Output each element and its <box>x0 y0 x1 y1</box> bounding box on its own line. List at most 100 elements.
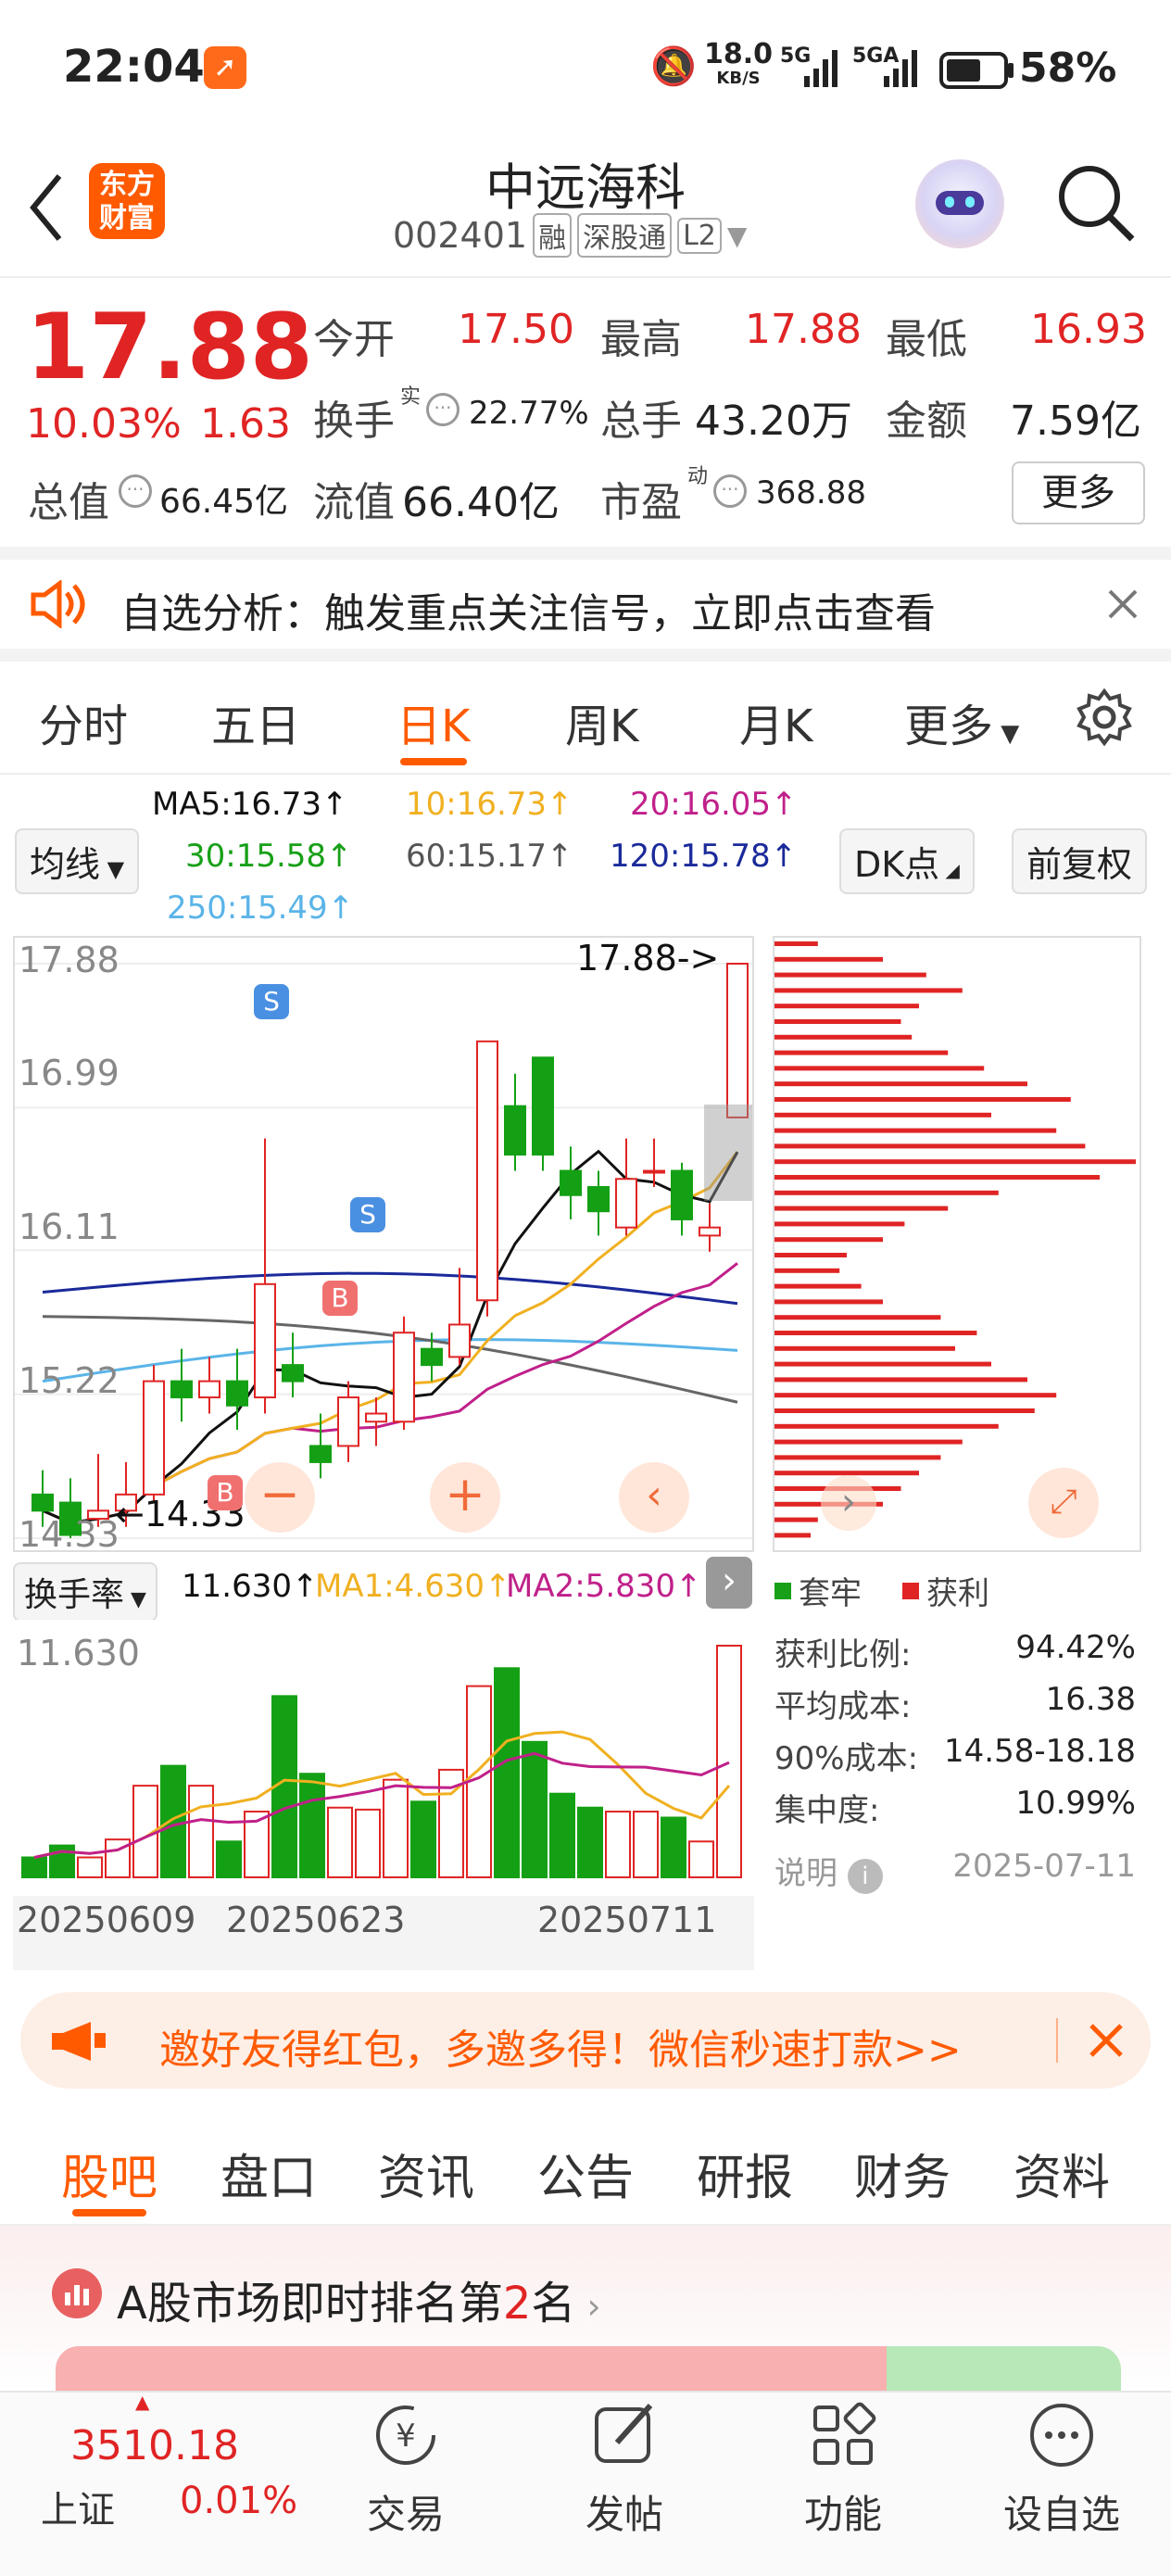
tab-news[interactable]: 资讯 <box>378 2139 474 2208</box>
more-button[interactable]: 更多 <box>1012 461 1145 524</box>
scroll-right-button[interactable]: › <box>821 1475 876 1531</box>
low-value: 16.93 <box>1030 306 1147 353</box>
volume-bar <box>327 1806 353 1879</box>
y-tick-label: 16.99 <box>19 1053 120 1093</box>
x-tick-label: 20250623 <box>226 1900 406 1940</box>
profit-swatch <box>902 1582 919 1599</box>
zoom-in-button[interactable]: + <box>430 1462 500 1533</box>
scroll-left-button[interactable]: ‹ <box>619 1462 689 1533</box>
candle-body <box>31 1493 54 1512</box>
profit-bar <box>774 1237 883 1243</box>
tab-financials[interactable]: 财务 <box>854 2139 951 2208</box>
profit-bar <box>774 1377 1027 1383</box>
tab-research[interactable]: 研报 <box>697 2139 793 2208</box>
profit-bar <box>774 972 926 978</box>
connect-tag: 深股通 <box>577 213 673 258</box>
post-button[interactable]: 发帖 <box>550 2400 699 2540</box>
expand-right-icon[interactable]: › <box>706 1557 752 1609</box>
buy-marker[interactable]: B <box>322 1281 358 1316</box>
info-dots-icon-2[interactable]: ··· <box>119 474 152 508</box>
profit-bar <box>774 1283 862 1289</box>
tab-daily-k[interactable]: 日K <box>397 689 470 754</box>
quote-panel: 17.88 10.03% 1.63 今开 17.50 最高 17.88 最低 1… <box>0 278 1171 547</box>
settings-gear-icon[interactable] <box>1075 688 1134 747</box>
ma120-line <box>42 1271 738 1306</box>
dk-point-button[interactable]: DK点 ◢ <box>839 828 975 894</box>
pe-label: 市盈 <box>600 479 682 526</box>
invite-banner[interactable]: 邀好友得红包，多邀多得！微信秒速打款>> <box>20 1992 1151 2089</box>
drag-handle[interactable] <box>704 1105 752 1201</box>
last-price: 17.88 <box>26 295 313 400</box>
price-change-pct: 10.03% <box>26 400 182 448</box>
buy-marker[interactable]: B <box>208 1475 243 1510</box>
close-icon[interactable] <box>1088 2022 1125 2059</box>
app-notification-icon: ➚ <box>204 46 246 89</box>
y-tick-label: 16.11 <box>19 1206 120 1247</box>
chevron-down-icon: ▼ <box>726 220 748 251</box>
tab-announcements[interactable]: 公告 <box>537 2139 634 2208</box>
search-icon[interactable] <box>1056 163 1136 243</box>
tab-monthly-k[interactable]: 月K <box>739 689 812 754</box>
ma60-label: 60:15.17↑ <box>406 838 573 875</box>
volume-bar <box>633 1811 659 1879</box>
profit-bar <box>774 1408 1035 1413</box>
zoom-out-button[interactable]: − <box>245 1462 315 1533</box>
stock-code-row[interactable]: 002401 融 深股通 L2 ▼ <box>393 213 747 258</box>
info-dots-icon-3[interactable]: ··· <box>713 474 747 508</box>
robot-assistant-avatar[interactable] <box>915 159 1004 248</box>
sell-marker[interactable]: S <box>254 984 289 1019</box>
x-tick-label: 20250711 <box>537 1900 717 1940</box>
tab-weekly-k[interactable]: 周K <box>565 689 638 754</box>
volume-bar <box>383 1778 409 1878</box>
content-tabs: 股吧 盘口 资讯 公告 研报 财务 资料 <box>0 2105 1171 2226</box>
kline-svg <box>15 963 752 1539</box>
turnover-sup: 实 <box>400 385 422 409</box>
volume-chart[interactable]: 11.630 20250609 20250623 20250711 <box>13 1620 754 1970</box>
profit-bar <box>774 956 883 962</box>
high-label: 最高 <box>600 316 682 363</box>
header: 东方 财富 中远海科 002401 融 深股通 L2 ▼ <box>0 139 1171 278</box>
candle-body <box>643 1169 665 1174</box>
ma-selector[interactable]: 均线 ▼ <box>15 828 140 894</box>
candle-body <box>448 1323 471 1358</box>
tab-intraday[interactable]: 分时 <box>39 689 128 754</box>
tab-5day[interactable]: 五日 <box>211 689 300 754</box>
note-row[interactable]: 说明 i 2025-07-11 <box>774 1848 1140 1894</box>
index-value[interactable]: 3510.18 <box>70 2422 239 2469</box>
kline-chart[interactable]: 17.88 16.99 16.11 15.22 14.33 17.88-> ←1… <box>13 936 754 1555</box>
rank-card[interactable]: A股市场即时排名第2名 › <box>0 2226 1171 2393</box>
profit-bar <box>774 1221 905 1227</box>
signal-bars-icon <box>804 50 837 87</box>
function-button[interactable]: 功能 <box>769 2400 917 2540</box>
chart-tabs: 分时 五日 日K 周K 月K 更多 ▼ <box>0 662 1171 775</box>
concentration-row: 集中度: 10.99% <box>774 1785 1136 1829</box>
turnover-value: 22.77% <box>469 395 589 432</box>
profit-bar <box>774 1331 977 1335</box>
candle-body <box>365 1412 387 1423</box>
signal-banner[interactable]: 自选分析：触发重点关注信号，立即点击查看 <box>0 547 1171 662</box>
profit-bar <box>774 1081 1027 1087</box>
indicator-selector[interactable]: 换手率 ▼ <box>13 1562 157 1622</box>
tab-orderbook[interactable]: 盘口 <box>220 2139 317 2208</box>
sell-marker[interactable]: S <box>350 1197 385 1232</box>
cost90-row: 90%成本: 14.58-18.18 <box>774 1733 1136 1777</box>
info-dots-icon[interactable]: ··· <box>426 393 460 426</box>
expand-icon[interactable]: ⤢ <box>1028 1468 1099 1538</box>
margin-tag: 融 <box>533 213 573 258</box>
status-bar: 22:04 ➚ 🔕 18.0 KB/S 5G 5GA 58% <box>0 0 1171 139</box>
adjust-button[interactable]: 前复权 <box>1012 828 1148 894</box>
volume-bar <box>716 1645 742 1878</box>
tab-profile[interactable]: 资料 <box>1014 2139 1110 2208</box>
tab-more[interactable]: 更多 ▼ <box>904 689 1019 754</box>
index-pct[interactable]: 0.01% <box>180 2480 297 2522</box>
mktcap-value: 66.45亿 <box>159 483 289 521</box>
close-icon[interactable] <box>1106 587 1140 621</box>
chip-distribution[interactable]: › ⤢ <box>773 936 1141 1552</box>
avg-cost-row: 平均成本: 16.38 <box>774 1681 1136 1725</box>
add-watchlist-button[interactable]: 设自选 <box>988 2400 1136 2540</box>
trade-button[interactable]: ¥ 交易 <box>332 2400 480 2540</box>
profit-bar <box>774 1345 955 1351</box>
index-name[interactable]: 上证 <box>41 2480 115 2533</box>
tab-forum[interactable]: 股吧 <box>61 2139 157 2208</box>
svg-text:¥: ¥ <box>396 2418 416 2455</box>
